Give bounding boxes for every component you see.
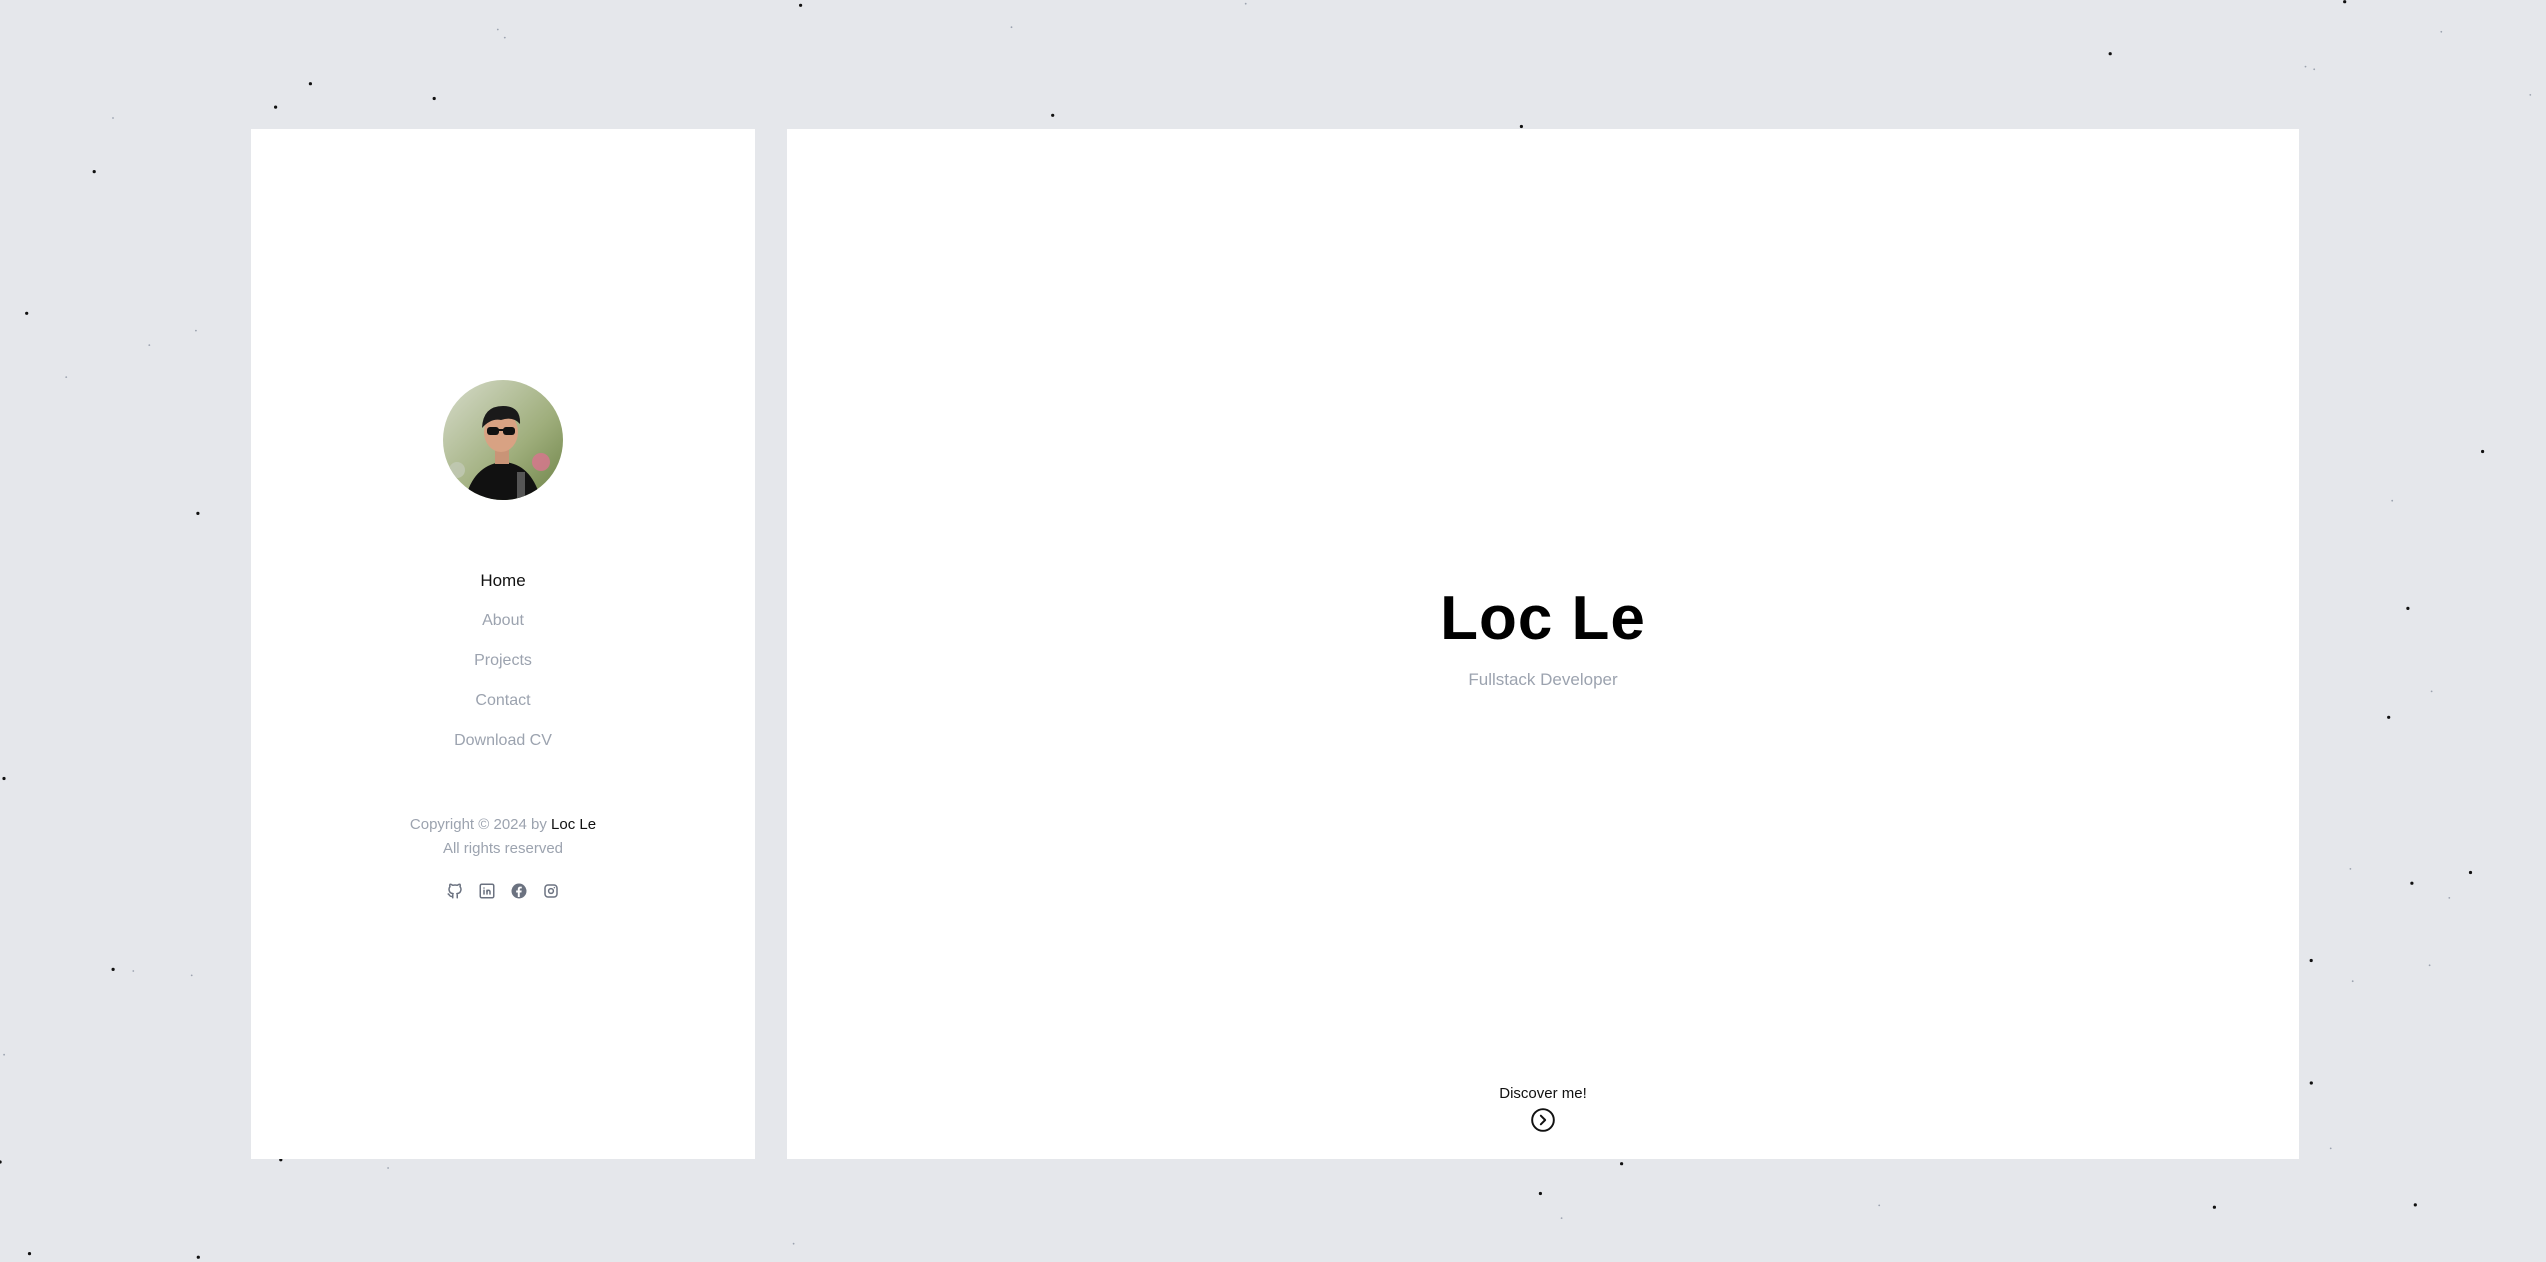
star-dot <box>111 967 115 972</box>
main-panel: Loc Le Fullstack Developer Discover me! <box>787 129 2299 1159</box>
star-dot <box>92 170 96 174</box>
star-dot <box>1051 113 1055 117</box>
star-dot <box>799 3 803 7</box>
star-dot <box>792 1242 795 1245</box>
star-dot <box>112 117 114 119</box>
star-dot <box>2529 94 2532 96</box>
copyright-owner-link[interactable]: Loc Le <box>551 816 596 833</box>
star-dot <box>2406 606 2410 611</box>
star-dot <box>2309 1081 2313 1085</box>
star-dot <box>1519 124 1523 129</box>
copyright: Copyright © 2024 by Loc Le All rights re… <box>251 813 755 861</box>
star-dot <box>2410 881 2414 885</box>
copyright-prefix: Copyright © 2024 by <box>409 816 552 833</box>
nav-item-projects[interactable]: Projects <box>251 641 755 681</box>
star-dot <box>148 344 151 346</box>
star-dot <box>2430 690 2433 693</box>
avatar <box>443 380 563 500</box>
star-dot <box>2309 958 2313 963</box>
instagram-icon[interactable] <box>542 882 560 900</box>
star-dot <box>432 96 436 101</box>
star-dot <box>308 82 312 86</box>
github-icon[interactable] <box>446 882 464 900</box>
star-dot <box>3 1053 5 1056</box>
star-dot <box>190 974 193 977</box>
star-dot <box>27 1252 32 1256</box>
star-dot <box>2440 30 2443 33</box>
star-dot <box>2 776 6 781</box>
star-dot <box>274 105 278 109</box>
star-dot <box>2387 715 2391 719</box>
star-dot <box>2481 449 2485 454</box>
star-dot <box>1560 1217 1563 1219</box>
star-dot <box>1538 1191 1542 1196</box>
star-dot <box>503 36 506 39</box>
page: Home About Projects Contact Download CV … <box>0 0 2546 1262</box>
star-dot <box>65 376 68 378</box>
facebook-icon[interactable] <box>510 882 528 900</box>
star-dot <box>2108 52 2112 56</box>
linkedin-icon[interactable] <box>478 882 496 900</box>
star-dot <box>2413 1203 2417 1207</box>
star-dot <box>2343 0 2347 4</box>
star-dot <box>2313 68 2316 71</box>
star-dot <box>2391 499 2394 502</box>
avatar-photo <box>443 380 563 500</box>
star-dot <box>2212 1205 2216 1209</box>
star-dot <box>1244 2 1247 5</box>
star-dot <box>2329 1147 2332 1150</box>
star-dot <box>196 511 200 515</box>
star-dot <box>2351 980 2354 983</box>
discover-button[interactable]: Discover me! <box>787 1085 2299 1138</box>
star-dot <box>0 1160 2 1164</box>
star-dot <box>196 1255 200 1259</box>
star-dot <box>1010 26 1013 29</box>
star-dot <box>2448 897 2451 899</box>
star-dot <box>2468 870 2473 875</box>
chevron-right-circle-icon[interactable] <box>1530 1107 1556 1133</box>
hero-role: Fullstack Developer <box>1468 670 1618 689</box>
rights-text: All rights reserved <box>442 840 564 857</box>
hero-name: Loc Le <box>1440 584 1646 653</box>
nav-item-home[interactable]: Home <box>251 561 755 601</box>
star-dot <box>387 1167 389 1169</box>
star-dot <box>496 28 499 31</box>
copyright-line: Copyright © 2024 by Loc Le <box>251 813 755 837</box>
star-dot <box>2304 65 2307 68</box>
star-dot <box>25 311 29 315</box>
social-links <box>251 882 755 900</box>
nav-item-about[interactable]: About <box>251 601 755 641</box>
sidebar-nav: Home About Projects Contact Download CV <box>251 561 755 761</box>
star-dot <box>1878 1204 1881 1207</box>
sidebar: Home About Projects Contact Download CV … <box>251 129 755 1159</box>
nav-item-download-cv[interactable]: Download CV <box>251 721 755 761</box>
nav-item-contact[interactable]: Contact <box>251 681 755 721</box>
star-dot <box>2349 868 2352 870</box>
star-dot <box>1620 1162 1624 1166</box>
discover-label[interactable]: Discover me! <box>787 1085 2299 1103</box>
star-dot <box>195 329 197 332</box>
star-dot <box>2428 964 2431 967</box>
star-dot <box>132 970 135 972</box>
